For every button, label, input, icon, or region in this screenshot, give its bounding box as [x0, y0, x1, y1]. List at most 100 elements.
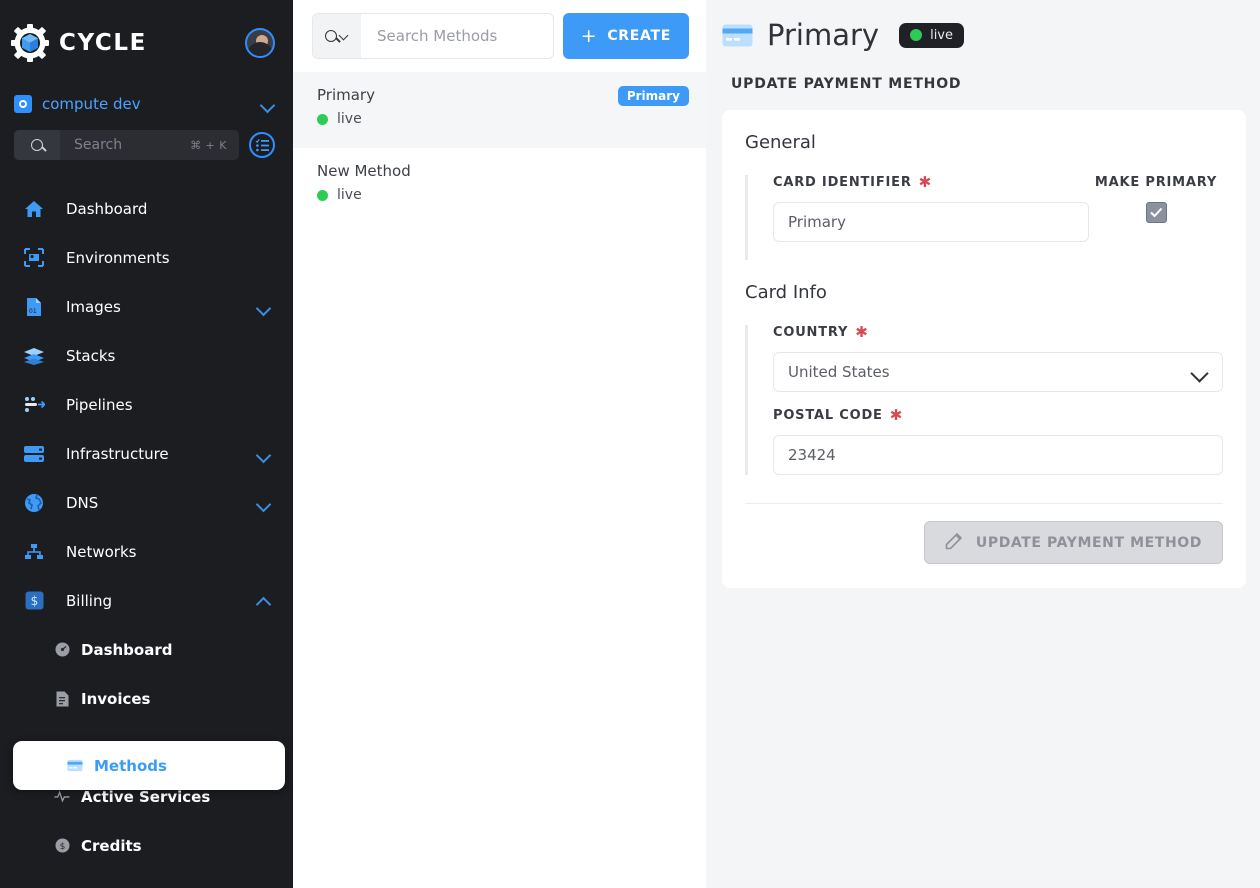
sidebar-item-label: Billing [66, 591, 112, 610]
sidebar-item-dns[interactable]: DNS [0, 478, 293, 527]
credit-card-icon [722, 24, 753, 47]
stacks-layers-icon [22, 347, 46, 365]
sidebar-item-billing-dashboard[interactable]: Dashboard [0, 625, 293, 674]
sidebar-item-images[interactable]: 01 Images [0, 282, 293, 331]
status-badge-label: live [930, 27, 953, 43]
sidebar-item-billing-invoices[interactable]: Invoices [0, 674, 293, 723]
create-button-label: CREATE [607, 28, 671, 44]
detail-header: Primary live [706, 0, 1260, 52]
status-badge: live [899, 22, 964, 48]
sidebar-item-label: Infrastructure [66, 444, 169, 463]
invoice-doc-icon [54, 691, 70, 707]
sidebar-item-label: Methods [94, 756, 167, 775]
brand[interactable]: CYCLE [10, 23, 147, 63]
brand-name: CYCLE [59, 30, 147, 56]
update-payment-method-button[interactable]: UPDATE PAYMENT METHOD [923, 521, 1223, 564]
sidebar-item-infrastructure[interactable]: Infrastructure [0, 429, 293, 478]
country-value: United States [788, 363, 890, 381]
chevron-down-icon[interactable] [257, 300, 271, 314]
card-identifier-field[interactable]: Primary [773, 202, 1089, 242]
environments-icon [22, 248, 46, 267]
chevron-down-icon[interactable] [257, 496, 271, 510]
country-label: COUNTRY ✱ [773, 323, 869, 341]
sidebar-item-label: Credits [81, 836, 142, 855]
method-status-label: live [337, 187, 362, 203]
sidebar-item-label: Pipelines [66, 395, 133, 414]
detail-panel: Primary live UPDATE PAYMENT METHOD Gener… [706, 0, 1260, 888]
search-input[interactable]: Search ⌘ + K [14, 130, 239, 160]
sidebar-item-label: Active Services [81, 787, 211, 806]
svg-text:01: 01 [29, 308, 37, 315]
sidebar-item-label: DNS [66, 493, 99, 512]
method-name: New Method [317, 162, 411, 180]
card-identifier-label: CARD IDENTIFIER ✱ [773, 173, 933, 191]
search-shortcut: ⌘ + K [190, 138, 227, 152]
sidebar-nav: Dashboard Environments 01 Images Stacks … [0, 168, 293, 870]
sidebar-item-networks[interactable]: Networks [0, 527, 293, 576]
dollar-badge-icon: $ [22, 591, 46, 610]
folder-gear-icon [14, 95, 32, 113]
sidebar-item-label: Dashboard [66, 199, 148, 218]
list-item[interactable]: New Method live [293, 148, 706, 224]
coin-icon: $ [54, 838, 70, 853]
methods-search-placeholder: Search Methods [377, 27, 498, 45]
sidebar-item-stacks[interactable]: Stacks [0, 331, 293, 380]
card-identifier-value: Primary [788, 213, 846, 231]
context-label: compute dev [42, 95, 141, 113]
credit-card-icon [67, 759, 83, 772]
status-dot-icon [317, 113, 328, 125]
list-item[interactable]: Primary live Primary [293, 72, 706, 148]
make-primary-checkbox[interactable] [1145, 202, 1167, 223]
status-badge: Primary [617, 86, 689, 106]
chevron-up-icon[interactable] [257, 594, 271, 608]
card-info-section-title: Card Info [745, 282, 827, 303]
gauge-icon [54, 642, 70, 657]
country-select[interactable]: United States [773, 352, 1223, 392]
checkmark-icon [1149, 207, 1162, 218]
postal-code-value: 23424 [788, 446, 836, 464]
page-title: Primary [767, 18, 880, 52]
card-info-section-body: COUNTRY ✱ United States POSTAL CODE ✱ 23… [745, 325, 1223, 475]
user-avatar[interactable] [245, 28, 275, 58]
method-status: live [317, 187, 686, 203]
sidebar-item-label: Images [66, 297, 121, 316]
cycle-gear-cube-logo-icon [10, 23, 50, 63]
update-payment-method-form: General CARD IDENTIFIER ✱ Primary MAKE P… [722, 110, 1246, 588]
sidebar-item-environments[interactable]: Environments [0, 233, 293, 282]
sidebar-item-dashboard[interactable]: Dashboard [0, 184, 293, 233]
sidebar-item-billing[interactable]: $ Billing [0, 576, 293, 625]
methods-search-input[interactable]: Search Methods [312, 13, 554, 59]
search-placeholder: Search [74, 137, 123, 153]
status-dot-icon [317, 189, 328, 201]
sidebar-item-billing-credits[interactable]: $ Credits [0, 821, 293, 870]
network-nodes-icon [22, 543, 46, 561]
postal-code-field[interactable]: 23424 [773, 435, 1223, 475]
sidebar-brand-row: CYCLE [0, 0, 293, 86]
search-icon[interactable] [14, 130, 60, 160]
task-list-icon[interactable] [249, 132, 275, 158]
sidebar-item-billing-methods[interactable]: Methods [13, 741, 285, 790]
sidebar-item-label: Invoices [81, 689, 151, 708]
chevron-down-icon [261, 97, 275, 111]
context-selector[interactable]: compute dev [0, 86, 293, 122]
server-rack-icon [22, 445, 46, 463]
sidebar: CYCLE compute dev Search ⌘ + K Dashboard… [0, 0, 293, 888]
chevron-down-icon [1192, 364, 1208, 380]
sidebar-item-label: Networks [66, 542, 137, 561]
pipelines-icon [22, 396, 46, 414]
sidebar-item-label: Stacks [66, 346, 116, 365]
search-icon[interactable] [313, 14, 361, 58]
make-primary-label: MAKE PRIMARY [1094, 175, 1218, 190]
form-actions: UPDATE PAYMENT METHOD [745, 504, 1223, 564]
section-heading: UPDATE PAYMENT METHOD [731, 76, 962, 92]
svg-text:$: $ [30, 594, 38, 608]
app-root: CYCLE compute dev Search ⌘ + K Dashboard… [0, 0, 1260, 888]
required-asterisk-icon: ✱ [918, 173, 933, 191]
image-file-icon: 01 [22, 297, 46, 317]
create-button[interactable]: + CREATE [562, 13, 689, 59]
globe-icon [22, 493, 46, 513]
sidebar-item-pipelines[interactable]: Pipelines [0, 380, 293, 429]
update-payment-method-button-label: UPDATE PAYMENT METHOD [975, 534, 1202, 551]
chevron-down-icon[interactable] [257, 447, 271, 461]
method-status-label: live [337, 111, 362, 127]
